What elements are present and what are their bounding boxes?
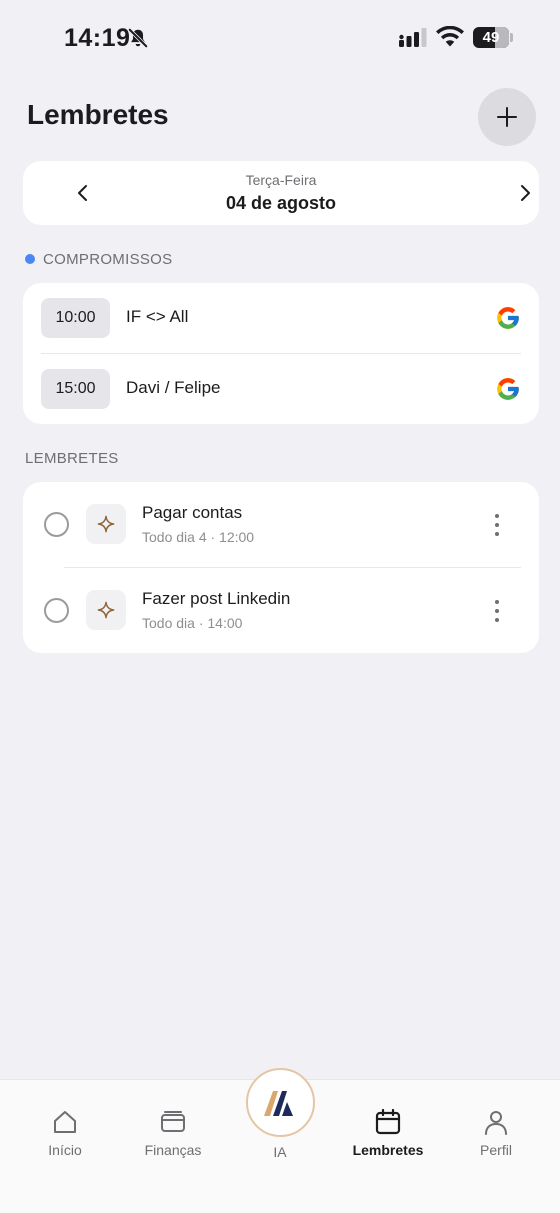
more-vertical-icon[interactable] <box>489 512 505 538</box>
ia-logo-icon <box>263 1090 293 1116</box>
tab-label: Perfil <box>480 1142 512 1158</box>
appointment-time: 10:00 <box>41 298 110 338</box>
tab-financas[interactable]: Finanças <box>118 1108 228 1168</box>
plus-icon <box>497 107 517 127</box>
google-icon <box>497 307 519 329</box>
date-day: 04 de agosto <box>225 193 337 213</box>
tab-ia-label: IA <box>273 1144 287 1160</box>
appointments-dot <box>25 254 35 264</box>
tab-label: Lembretes <box>352 1142 424 1158</box>
tab-perfil[interactable]: Perfil <box>441 1108 551 1168</box>
tab-lembretes[interactable]: Lembretes <box>333 1108 443 1168</box>
reminders-card: Pagar contas Todo dia 4 · 12:00 Fazer po… <box>23 482 539 653</box>
appointments-section-label: COMPROMISSOS <box>43 251 173 268</box>
reminder-item[interactable]: Fazer post Linkedin Todo dia · 14:00 <box>23 568 539 653</box>
appointment-item[interactable]: 15:00 Davi / Felipe <box>23 354 539 424</box>
appointment-item[interactable]: 10:00 IF <> All <box>23 283 539 353</box>
cellular-signal-icon <box>399 28 427 47</box>
tab-ia[interactable] <box>246 1068 315 1137</box>
person-icon <box>485 1111 507 1135</box>
date-weekday: Terça-Feira <box>245 172 317 188</box>
add-reminder-button[interactable] <box>478 88 536 146</box>
calendar-icon <box>375 1108 401 1135</box>
tab-label: Início <box>48 1142 82 1158</box>
appointment-title: IF <> All <box>126 307 189 326</box>
wallet-icon <box>161 1111 185 1132</box>
reminder-checkbox[interactable] <box>44 512 69 537</box>
google-icon <box>497 378 519 400</box>
reminder-checkbox[interactable] <box>44 598 69 623</box>
reminder-title: Pagar contas <box>142 503 243 522</box>
tab-label: Finanças <box>144 1142 202 1158</box>
date-navigator: Terça-Feira 04 de agosto <box>23 161 539 225</box>
appointment-title: Davi / Felipe <box>126 378 221 397</box>
appointment-time: 15:00 <box>41 369 110 409</box>
sparkle-icon <box>97 515 115 533</box>
reminder-icon-box <box>86 504 126 544</box>
battery-nub <box>510 33 513 42</box>
chevron-right-icon[interactable] <box>513 181 537 205</box>
reminders-section-label: LEMBRETES <box>25 450 119 467</box>
bell-slash-icon <box>128 28 148 48</box>
status-time: 14:19 <box>64 24 131 52</box>
sparkle-icon <box>97 601 115 619</box>
status-bar: 14:19 49 <box>0 0 560 76</box>
wifi-icon <box>436 26 464 47</box>
reminder-subtitle: Todo dia 4 · 12:00 <box>142 529 255 545</box>
tab-inicio[interactable]: Início <box>10 1108 120 1168</box>
reminder-subtitle: Todo dia · 14:00 <box>142 615 243 631</box>
more-vertical-icon[interactable] <box>489 598 505 624</box>
page-title: Lembretes <box>27 99 169 130</box>
reminder-icon-box <box>86 590 126 630</box>
appointments-card: 10:00 IF <> All 15:00 Davi / Felipe <box>23 283 539 424</box>
home-icon <box>54 1111 76 1133</box>
battery-level: 49 <box>482 29 500 46</box>
reminder-title: Fazer post Linkedin <box>142 589 291 608</box>
tab-bar: Início Finanças IA Lembretes Perfil <box>0 1068 560 1213</box>
reminder-item[interactable]: Pagar contas Todo dia 4 · 12:00 <box>23 482 539 567</box>
battery-icon: 49 <box>473 27 509 48</box>
